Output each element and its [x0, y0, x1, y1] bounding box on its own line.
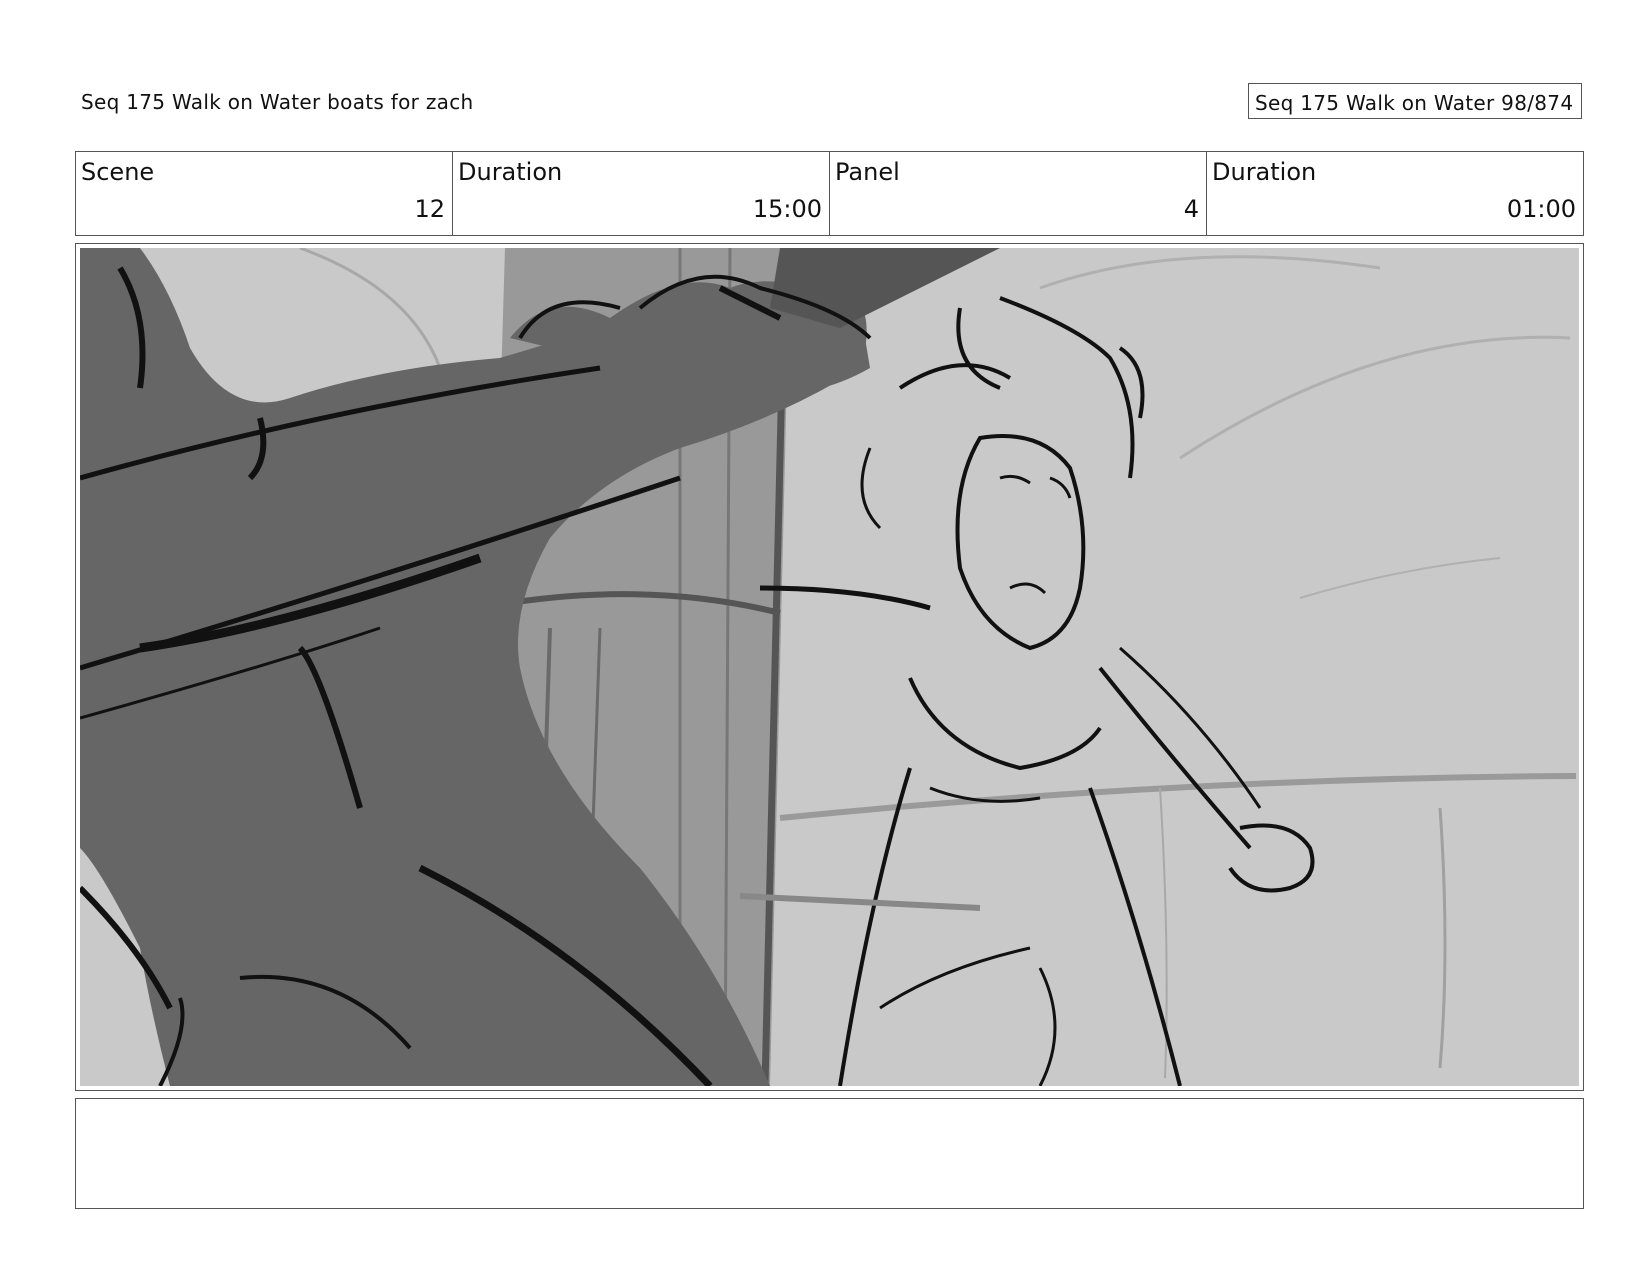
girl-body	[908, 677, 1102, 771]
background-curve	[1039, 255, 1381, 290]
girl-hand	[1228, 823, 1315, 893]
background-curve	[1299, 557, 1501, 599]
sequence-title: Seq 175 Walk on Water boats for zach	[81, 90, 474, 114]
panel-cell: Panel 4	[830, 152, 1207, 235]
girl-hair	[956, 307, 1001, 390]
girl-eye	[1049, 476, 1072, 499]
girl-dress	[838, 767, 912, 1086]
scene-cell: Scene 12	[76, 152, 453, 235]
background-curve	[1438, 807, 1447, 1069]
sketch-line	[759, 585, 931, 611]
sketch-drawing	[80, 248, 1577, 1086]
background-curve	[299, 248, 442, 369]
girl-dress	[1038, 967, 1057, 1086]
deck-line	[739, 893, 981, 911]
panel-value: 4	[1183, 195, 1199, 223]
girl-face	[955, 434, 1086, 651]
panel-duration-cell: Duration 01:00	[1207, 152, 1583, 235]
girl-arm	[1098, 666, 1252, 850]
storyboard-sketch	[80, 248, 1579, 1086]
panel-duration-label: Duration	[1212, 158, 1317, 186]
girl-hair	[860, 447, 882, 530]
oar	[770, 248, 1000, 328]
girl-mouth	[1009, 582, 1047, 595]
girl-eye	[999, 474, 1031, 485]
panel-duration-value: 01:00	[1506, 195, 1576, 223]
scene-duration-label: Duration	[458, 158, 563, 186]
girl-dress	[879, 946, 1031, 1010]
panel-label: Panel	[835, 158, 900, 186]
storyboard-panel-frame	[75, 243, 1584, 1091]
girl-hair	[999, 296, 1135, 479]
scene-duration-value: 15:00	[752, 195, 822, 223]
background-curve	[1179, 335, 1571, 460]
scene-duration-cell: Duration 15:00	[453, 152, 830, 235]
scene-value: 12	[414, 195, 445, 223]
scene-label: Scene	[81, 158, 155, 186]
page-counter: Seq 175 Walk on Water 98/874	[1248, 83, 1582, 119]
scene-info-table: Scene 12 Duration 15:00 Panel 4 Duration…	[75, 151, 1584, 236]
panel-notes-box	[75, 1098, 1584, 1209]
